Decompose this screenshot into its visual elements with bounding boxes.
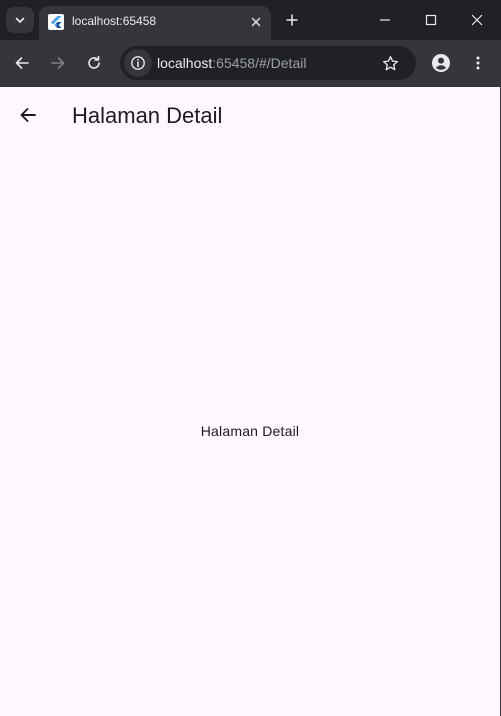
close-icon: [251, 17, 261, 27]
page-title: Halaman Detail: [72, 103, 223, 128]
maximize-button[interactable]: [408, 0, 454, 40]
address-bar[interactable]: localhost:65458/#/Detail: [120, 46, 416, 80]
minimize-icon: [380, 19, 390, 21]
forward-button[interactable]: [44, 49, 72, 77]
maximize-icon: [425, 14, 437, 26]
reload-button[interactable]: [80, 49, 108, 77]
kebab-menu-icon: [476, 56, 480, 70]
arrow-left-icon: [15, 57, 29, 69]
page-viewport: Halaman Detail Halaman Detail: [0, 87, 500, 716]
body-text: Halaman Detail: [200, 423, 300, 439]
reload-icon: [88, 55, 100, 69]
url-path: :65458/#/Detail: [212, 55, 307, 71]
tab-title: localhost:65458: [72, 14, 157, 28]
minimize-button[interactable]: [362, 0, 408, 40]
bookmark-button[interactable]: [378, 51, 402, 75]
plus-icon: [286, 14, 298, 26]
browser-tab[interactable]: localhost:65458: [39, 6, 271, 40]
star-icon: [382, 55, 398, 70]
close-window-button[interactable]: [454, 0, 500, 40]
back-button[interactable]: [8, 49, 36, 77]
close-icon: [471, 14, 483, 26]
url-host: localhost: [157, 55, 213, 71]
url-text[interactable]: localhost:65458/#/Detail: [157, 55, 306, 71]
profile-icon: [432, 54, 450, 72]
tab-close-button[interactable]: [246, 12, 266, 32]
arrow-right-icon: [51, 57, 65, 69]
app-back-button[interactable]: [8, 95, 48, 135]
flutter-logo-icon: [48, 14, 64, 30]
menu-button[interactable]: [464, 49, 492, 77]
new-tab-button[interactable]: [280, 8, 304, 32]
app-bar: Halaman Detail: [0, 87, 500, 143]
profile-button[interactable]: [427, 49, 455, 77]
info-icon: [131, 56, 145, 70]
chevron-down-icon: [15, 17, 25, 23]
tab-strip: localhost:65458: [0, 0, 501, 40]
tab-search-button[interactable]: [6, 7, 34, 33]
browser-window: localhost:65458 localhost:65458/#/Detail…: [0, 0, 501, 716]
site-info-button[interactable]: [124, 49, 152, 77]
browser-toolbar: localhost:65458/#/Detail: [0, 40, 501, 87]
arrow-left-icon: [20, 108, 36, 122]
